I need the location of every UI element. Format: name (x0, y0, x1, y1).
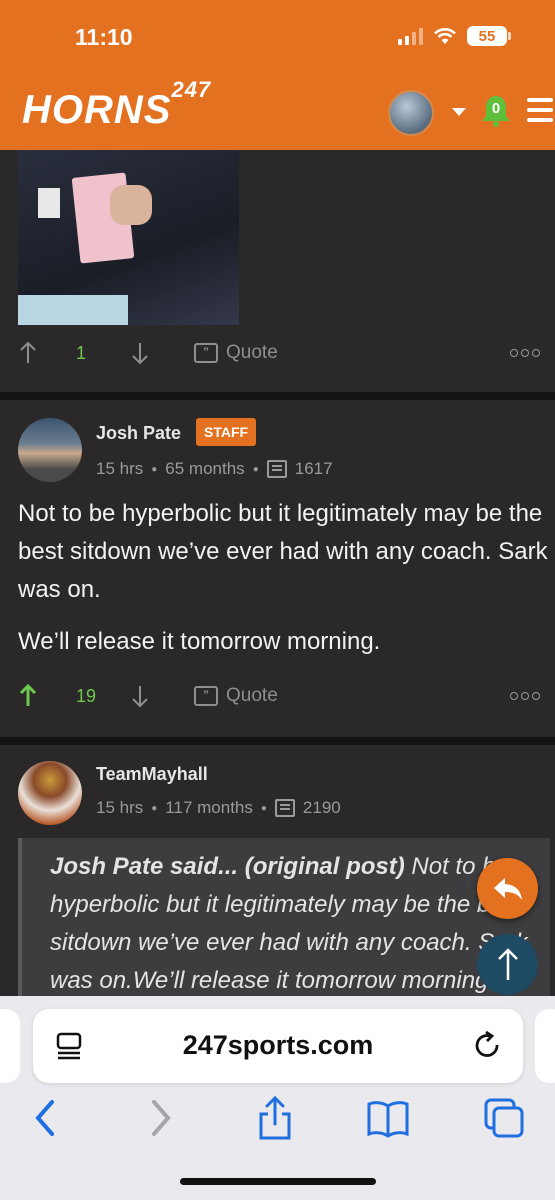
downvote-icon[interactable] (130, 684, 150, 708)
post-meta: 15 hrs ● 65 months ● 1617 (96, 459, 333, 479)
quote-icon: ” (194, 686, 218, 706)
upvote-icon[interactable] (18, 341, 38, 365)
post-meta: 15 hrs ● 117 months ● 2190 (96, 798, 341, 818)
reload-icon[interactable] (473, 1031, 503, 1061)
site-header: 11:10 55 HORNS247 0 (0, 0, 555, 150)
browser-nav-buttons (0, 1094, 555, 1144)
meta-separator: ● (151, 802, 158, 814)
more-options-icon[interactable] (510, 349, 540, 357)
avatar[interactable] (18, 418, 82, 482)
quote-label: Quote (226, 685, 278, 706)
post-divider (0, 737, 555, 745)
staff-badge: STAFF (196, 418, 257, 446)
comment-icon (274, 799, 295, 817)
post-count: 1617 (294, 459, 333, 478)
post-time: 15 hrs (96, 798, 144, 817)
post-paragraph: Not to be hyperbolic but it legitimately… (18, 500, 548, 603)
share-icon[interactable] (253, 1094, 297, 1142)
address-bar[interactable]: 247sports.com (33, 1009, 523, 1083)
avatar[interactable] (18, 761, 82, 825)
status-time: 11:10 (75, 24, 133, 50)
home-indicator (180, 1178, 376, 1185)
post-divider (0, 392, 555, 400)
upvote-icon[interactable] (18, 684, 38, 708)
member-tenure: 65 months (165, 459, 245, 478)
back-icon[interactable] (26, 1094, 70, 1142)
meta-separator: ● (252, 463, 259, 475)
post-count: 2190 (302, 798, 341, 817)
member-tenure: 117 months (165, 798, 253, 817)
downvote-icon[interactable] (130, 341, 150, 365)
more-options-icon[interactable] (510, 692, 540, 700)
meta-separator: ● (260, 802, 267, 814)
url-text[interactable]: 247sports.com (33, 1030, 523, 1061)
logo-sup: 247 (171, 76, 212, 102)
bookmarks-icon[interactable] (366, 1094, 410, 1142)
comment-icon (266, 460, 287, 478)
reply-icon (493, 877, 522, 900)
post-actions: 1 ” Quote (18, 341, 548, 365)
next-tab-peek[interactable] (535, 1009, 555, 1083)
chevron-down-icon[interactable] (452, 108, 466, 116)
vote-count: 19 (76, 685, 97, 706)
notification-count: 0 (491, 100, 501, 117)
author-name[interactable]: Josh Pate (96, 423, 181, 444)
author-name[interactable]: TeamMayhall (96, 764, 208, 785)
scroll-to-top-button[interactable] (477, 934, 538, 995)
battery-icon: 55 (467, 26, 511, 46)
vote-count: 1 (76, 342, 87, 363)
wifi-icon (434, 28, 456, 44)
quoted-post: Josh Pate said... (original post) Not to… (18, 838, 550, 1000)
post-actions: 19 ” Quote (18, 684, 548, 708)
arrow-up-icon (497, 947, 518, 980)
post-body: Not to be hyperbolic but it legitimately… (18, 495, 548, 661)
quote-icon: ” (194, 343, 218, 363)
notification-bell-icon[interactable]: 0 (480, 94, 512, 128)
menu-icon[interactable] (527, 98, 553, 128)
reply-button[interactable] (477, 858, 538, 919)
previous-tab-peek[interactable] (0, 1009, 20, 1083)
status-icons: 55 (398, 26, 511, 46)
logo-main: HORNS (22, 88, 172, 132)
quoted-author[interactable]: Josh Pate said... (original post) (50, 853, 405, 880)
tabs-icon[interactable] (482, 1094, 526, 1142)
quote-label: Quote (226, 342, 278, 363)
quote-button[interactable]: ” Quote (194, 342, 278, 364)
browser-toolbar: 247sports.com (0, 996, 555, 1200)
post-paragraph: We’ll release it tomorrow morning. (18, 628, 381, 655)
post-image[interactable] (18, 150, 239, 325)
signal-icon (398, 27, 423, 45)
meta-separator: ● (151, 463, 158, 475)
post-time: 15 hrs (96, 459, 144, 478)
forward-icon[interactable] (140, 1094, 184, 1142)
site-logo[interactable]: HORNS247 (22, 77, 211, 133)
quote-button[interactable]: ” Quote (194, 685, 278, 707)
user-avatar[interactable] (388, 90, 434, 136)
